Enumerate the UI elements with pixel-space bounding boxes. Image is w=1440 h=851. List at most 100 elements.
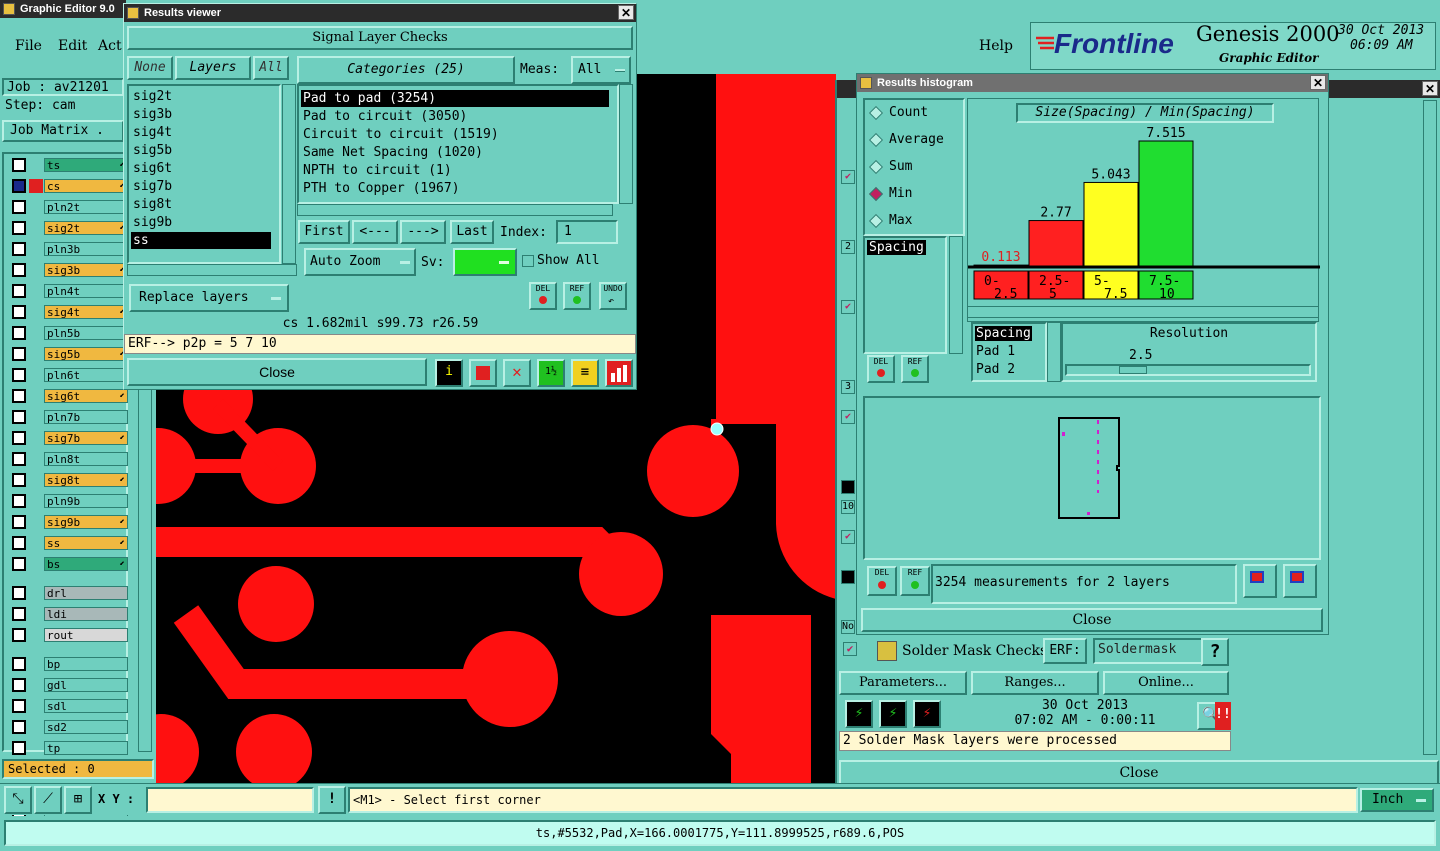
- hist-zoom-from-icon[interactable]: [1283, 564, 1317, 598]
- rv-category-item[interactable]: Circuit to circuit (1519): [301, 126, 609, 143]
- sm-erf-input[interactable]: Soldermask: [1093, 638, 1205, 664]
- menu-help[interactable]: Help: [979, 38, 1013, 54]
- hist-resolution-slider[interactable]: [1065, 364, 1311, 376]
- layer-item[interactable]: sig5b⬋: [44, 347, 128, 361]
- hist-chart-hscroll[interactable]: [967, 306, 1319, 318]
- hist-prop-pad2[interactable]: Pad 2: [976, 362, 1015, 377]
- layer-checkbox[interactable]: [12, 368, 26, 382]
- layer-checkbox[interactable]: [12, 263, 26, 277]
- rv-layer-item[interactable]: sig6t: [131, 160, 271, 177]
- layer-item[interactable]: pln7b: [44, 410, 128, 424]
- hist-close-button[interactable]: Close: [861, 608, 1323, 632]
- layer-checkbox[interactable]: [12, 326, 26, 340]
- layer-checkbox[interactable]: [12, 628, 26, 642]
- rv-first-button[interactable]: First: [298, 220, 350, 244]
- layer-item[interactable]: cs⬋: [29, 179, 128, 193]
- layer-checkbox[interactable]: [12, 678, 26, 692]
- layer-checkbox[interactable]: [12, 452, 26, 466]
- sm-help-button[interactable]: ?: [1201, 638, 1229, 666]
- layer-checkbox[interactable]: [12, 557, 26, 571]
- hist-prop-spacing[interactable]: Spacing: [975, 326, 1032, 341]
- layer-checkbox[interactable]: [12, 536, 26, 550]
- sm-run-all-icon[interactable]: ⚡: [913, 700, 941, 728]
- rv-del-button[interactable]: DEL: [529, 282, 557, 310]
- hist-zoom-to-icon[interactable]: [1243, 564, 1277, 598]
- check-row-checkbox[interactable]: ✔: [841, 410, 855, 424]
- sm-online-button[interactable]: Online...: [1103, 671, 1229, 695]
- layer-item[interactable]: sig7b ⬋: [44, 431, 128, 445]
- layer-item[interactable]: sdl: [44, 699, 128, 713]
- layer-item[interactable]: bs ⬋: [44, 557, 128, 571]
- layer-item[interactable]: sig6t ⬋: [44, 389, 128, 403]
- hist-bar[interactable]: [1028, 220, 1084, 268]
- layer-checkbox[interactable]: [12, 389, 26, 403]
- check-row-checkbox[interactable]: ✔: [841, 170, 855, 184]
- rv-sv-color-select[interactable]: [453, 248, 517, 276]
- layer-checkbox[interactable]: [12, 494, 26, 508]
- hist-property-list[interactable]: Spacing Pad 1 Pad 2: [971, 322, 1047, 382]
- layer-item[interactable]: rout: [44, 628, 128, 642]
- layer-checkbox[interactable]: [12, 431, 26, 445]
- rv-step-icon[interactable]: 1½: [537, 359, 565, 387]
- checklist-close-icon[interactable]: ✕: [1422, 81, 1438, 96]
- sm-alert-icon[interactable]: !!: [1215, 702, 1231, 730]
- sm-parameters-button[interactable]: Parameters...: [839, 671, 967, 695]
- rv-layer-item[interactable]: sig2t: [131, 88, 271, 105]
- rv-layer-item[interactable]: sig5b: [131, 142, 271, 159]
- layer-item[interactable]: sig2t⬋: [44, 221, 128, 235]
- rv-layer-item[interactable]: sig3b: [131, 106, 271, 123]
- check-row-checkbox[interactable]: ✔: [841, 530, 855, 544]
- layer-checkbox[interactable]: [12, 720, 26, 734]
- layer-item[interactable]: gdl: [44, 678, 128, 692]
- check-row-checkbox[interactable]: ✔: [841, 300, 855, 314]
- units-select[interactable]: Inch: [1360, 788, 1434, 812]
- rv-none-button[interactable]: None: [127, 56, 173, 80]
- rv-category-list[interactable]: Pad to pad (3254) Pad to circuit (3050) Ci…: [297, 84, 619, 204]
- hist-prop-pad1[interactable]: Pad 1: [976, 344, 1015, 359]
- layer-checkbox[interactable]: [12, 586, 26, 600]
- rv-replace-layers-select[interactable]: Replace layers: [129, 284, 289, 312]
- layer-checkbox[interactable]: [12, 741, 26, 755]
- layer-checkbox[interactable]: [12, 410, 26, 424]
- menu-actions[interactable]: Act: [98, 38, 122, 54]
- layer-item[interactable]: pln4t: [44, 284, 128, 298]
- layer-checkbox[interactable]: [12, 305, 26, 319]
- check-row-icon[interactable]: [841, 570, 855, 584]
- rv-layer-item[interactable]: sig8t: [131, 196, 271, 213]
- layer-item[interactable]: bp: [44, 657, 128, 671]
- hist-del-button[interactable]: DEL: [867, 355, 895, 383]
- layer-item[interactable]: sig8t ⬋: [44, 473, 128, 487]
- layer-checkbox[interactable]: [12, 221, 26, 235]
- layer-checkbox[interactable]: [12, 607, 26, 621]
- layer-checkbox[interactable]: [12, 242, 26, 256]
- menu-file[interactable]: File: [15, 38, 42, 54]
- hist-preview-del-button[interactable]: DEL: [867, 566, 897, 596]
- xy-input[interactable]: [146, 787, 314, 813]
- hist-spacing-scroll[interactable]: [949, 236, 963, 354]
- measure-icon[interactable]: ⟋: [34, 786, 62, 814]
- layer-item[interactable]: pln9b: [44, 494, 128, 508]
- layer-checkbox[interactable]: [12, 347, 26, 361]
- job-matrix-button[interactable]: Job Matrix .: [2, 120, 124, 142]
- layer-item[interactable]: sig3b⬋: [44, 263, 128, 277]
- hist-slider-thumb[interactable]: [1119, 366, 1147, 374]
- layer-checkbox[interactable]: [12, 515, 26, 529]
- layer-item[interactable]: pln5b: [44, 326, 128, 340]
- layer-checkbox[interactable]: [12, 699, 26, 713]
- layer-item[interactable]: sig9b ⬋: [44, 515, 128, 529]
- rv-report-icon[interactable]: ≡: [571, 359, 599, 387]
- rv-category-item[interactable]: Pad to pad (3254): [301, 90, 609, 107]
- rv-prev-button[interactable]: <---: [352, 220, 398, 244]
- rv-layers-button[interactable]: Layers: [175, 56, 251, 80]
- layer-item[interactable]: drl: [44, 586, 128, 600]
- rv-layer-list[interactable]: sig2t sig3b sig4t sig5b sig6t sig7b sig8t sig9b…: [127, 84, 281, 264]
- menu-edit[interactable]: Edit: [58, 38, 87, 54]
- rv-category-item[interactable]: NPTH to circuit (1): [301, 162, 609, 179]
- hist-preview-ref-button[interactable]: REF: [900, 566, 930, 596]
- rv-category-scrollbar[interactable]: [619, 84, 633, 204]
- sm-ranges-button[interactable]: Ranges...: [971, 671, 1099, 695]
- hist-bar[interactable]: [1083, 181, 1139, 268]
- rv-layer-scrollbar[interactable]: [282, 84, 296, 264]
- rv-histogram-icon[interactable]: [605, 359, 633, 387]
- layer-checkbox[interactable]: [12, 179, 26, 193]
